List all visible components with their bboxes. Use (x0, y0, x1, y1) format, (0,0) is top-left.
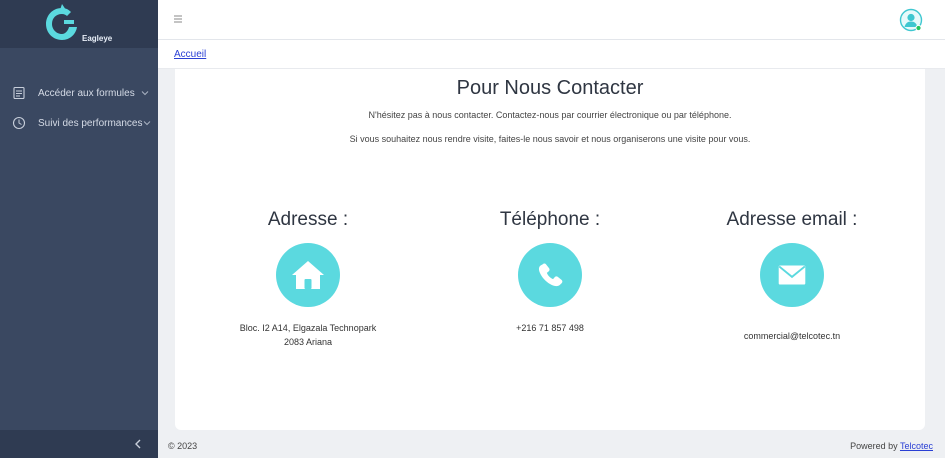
sidebar-item-performances[interactable]: Suivi des performances (0, 108, 158, 138)
sidebar-item-label: Accéder aux formules (38, 87, 135, 99)
address-title: Adresse : (267, 209, 349, 230)
contact-card: Pour Nous Contacter N'hésitez pas à nous… (175, 69, 925, 430)
sidebar-item-label: Suivi des performances (38, 117, 143, 129)
phone-icon[interactable] (518, 243, 582, 307)
email-section: Adresse email : commercial@telcotec.tn (667, 209, 917, 343)
address-line1: Bloc. I2 A14, Elgazala Technopark (239, 323, 377, 333)
menu-icon[interactable] (172, 13, 184, 25)
powered-by: Powered by Telcotec (850, 441, 933, 451)
phone-section: Téléphone : +216 71 857 498 (425, 209, 675, 335)
page-title: Pour Nous Contacter (456, 77, 644, 99)
breadcrumb-home-link[interactable]: Accueil (174, 49, 206, 60)
phone-number[interactable]: +216 71 857 498 (425, 321, 675, 335)
document-icon (12, 86, 26, 100)
sidebar: Eagleye Accéder aux formules Suivi des p… (0, 0, 158, 458)
home-icon (276, 243, 340, 307)
email-address[interactable]: commercial@telcotec.tn (667, 329, 917, 343)
envelope-icon[interactable] (760, 243, 824, 307)
sidebar-nav: Accéder aux formules Suivi des performan… (0, 78, 158, 138)
powered-by-text: Powered by (850, 441, 898, 451)
footer: © 2023 Powered by Telcotec (158, 433, 945, 458)
sidebar-item-formules[interactable]: Accéder aux formules (0, 78, 158, 108)
phone-title: Téléphone : (499, 209, 601, 230)
intro-text: Si vous souhaitez nous rendre visite, fa… (349, 134, 751, 144)
user-avatar-icon[interactable] (899, 8, 923, 32)
address-line2: 2083 Ariana (283, 337, 333, 347)
chevron-down-icon (143, 119, 151, 127)
intro-text: N'hésitez pas à nous contacter. Contacte… (368, 110, 732, 120)
chevron-left-icon[interactable] (132, 438, 144, 450)
brand[interactable]: Eagleye (0, 0, 158, 48)
sidebar-footer (0, 430, 158, 458)
eagle-logo-icon (46, 4, 77, 40)
brand-name: Eagleye (82, 34, 113, 43)
topbar (158, 0, 945, 40)
telcotec-link[interactable]: Telcotec (900, 441, 933, 451)
address-text: Bloc. I2 A14, Elgazala Technopark 2083 A… (183, 321, 433, 349)
chevron-down-icon (141, 89, 149, 97)
clock-icon (12, 116, 26, 130)
address-section: Adresse : Bloc. I2 A14, Elgazala Technop… (183, 209, 433, 349)
email-title: Adresse email : (726, 209, 858, 230)
copyright: © 2023 (168, 441, 198, 451)
breadcrumb: Accueil (158, 40, 945, 69)
